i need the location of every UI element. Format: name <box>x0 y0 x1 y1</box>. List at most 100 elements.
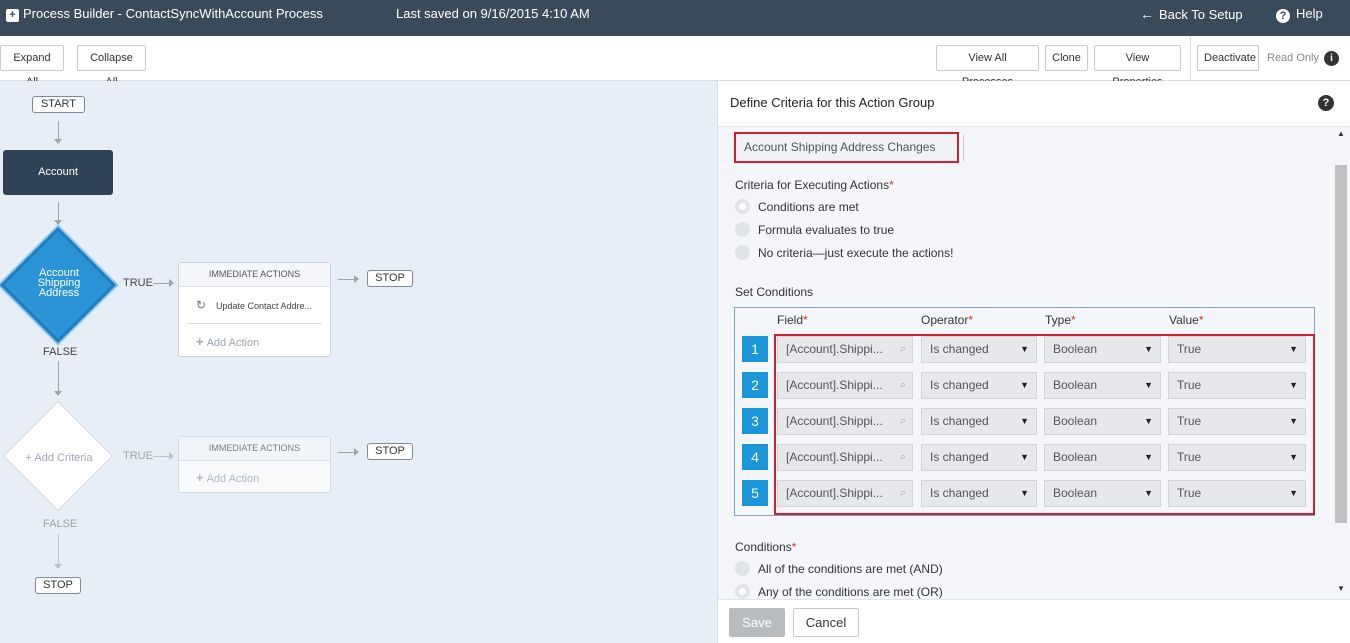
toolbar: Expand All Collapse All View All Process… <box>0 36 1350 88</box>
help-link[interactable]: ? Help <box>1276 6 1323 23</box>
connector <box>58 361 59 391</box>
radio-selected-icon <box>735 584 750 599</box>
stop-node: STOP <box>367 270 413 287</box>
cancel-button[interactable]: Cancel <box>793 608 859 637</box>
row-number: 1 <box>742 336 768 362</box>
expand-all-button[interactable]: Expand All <box>0 45 64 88</box>
set-conditions-label: Set Conditions <box>735 285 814 299</box>
view-all-processes-button[interactable]: View All Processes <box>936 45 1039 88</box>
arrow-right-icon <box>354 275 359 283</box>
radio-label: Formula evaluates to true <box>758 223 895 237</box>
add-action-link[interactable]: + Add Action <box>196 334 259 349</box>
toolbar-divider <box>1190 36 1191 81</box>
arrow-down-icon <box>54 139 62 144</box>
radio-label: Conditions are met <box>758 200 859 214</box>
process-canvas: START Account Account Shipping Address T… <box>0 81 717 643</box>
scroll-up-icon[interactable]: ▲ <box>1337 129 1345 138</box>
clone-button[interactable]: Clone <box>1045 45 1088 71</box>
immediate-actions-header: IMMEDIATE ACTIONS <box>179 263 330 287</box>
operator-column-header: Operator* <box>921 313 973 327</box>
add-action-link[interactable]: + Add Action <box>196 470 259 485</box>
start-node: START <box>32 96 85 113</box>
conditions-label: Conditions* <box>735 540 796 554</box>
action-item[interactable]: Update Contact Addre... <box>216 301 312 311</box>
type-column-header: Type* <box>1045 313 1076 327</box>
immediate-actions-box: IMMEDIATE ACTIONS ↻ Update Contact Addre… <box>178 262 331 357</box>
radio-icon <box>735 245 750 260</box>
conditions-text: Conditions <box>735 540 792 554</box>
type-header-text: Type <box>1045 313 1072 327</box>
value-column-header: Value* <box>1169 313 1203 327</box>
panel-scrollbar[interactable]: ▲ ▼ <box>1333 127 1349 599</box>
false-label: FALSE <box>43 518 78 530</box>
help-icon: ? <box>1276 9 1290 23</box>
info-icon[interactable]: i <box>1324 51 1339 66</box>
criteria-executing-label: Criteria for Executing Actions* <box>735 178 894 192</box>
connector <box>58 121 59 141</box>
required-marker: * <box>968 313 974 327</box>
view-properties-button[interactable]: View Properties <box>1094 45 1181 88</box>
arrow-down-icon <box>54 220 62 225</box>
required-marker: * <box>1198 313 1204 327</box>
arrow-right-icon <box>354 448 359 456</box>
radio-label: All of the conditions are met (AND) <box>758 562 943 576</box>
radio-any-conditions[interactable]: Any of the conditions are met (OR) <box>735 584 943 599</box>
help-icon[interactable]: ? <box>1318 95 1334 111</box>
scroll-down-icon[interactable]: ▼ <box>1337 584 1345 593</box>
value-header-text: Value <box>1169 313 1199 327</box>
plus-icon: + <box>196 470 204 485</box>
true-label: TRUE <box>123 450 153 462</box>
radio-no-criteria[interactable]: No criteria—just execute the actions! <box>735 245 953 260</box>
field-column-header: Field* <box>777 313 808 327</box>
radio-icon <box>735 222 750 237</box>
arrow-left-icon: ← <box>1140 6 1154 22</box>
arrow-right-icon <box>169 279 174 287</box>
add-criteria-link[interactable]: + Add Criteria <box>14 452 104 464</box>
row-number: 5 <box>742 480 768 506</box>
radio-formula[interactable]: Formula evaluates to true <box>735 222 894 237</box>
criteria-panel: Define Criteria for this Action Group ? … <box>717 81 1350 643</box>
back-to-setup-label: Back To Setup <box>1159 7 1243 22</box>
connector <box>153 456 170 457</box>
stop-node: STOP <box>367 443 413 460</box>
add-action-label: Add Action <box>206 473 260 485</box>
plus-box-icon: + <box>6 9 19 22</box>
row-number: 3 <box>742 408 768 434</box>
page-title: Process Builder - ContactSyncWithAccount… <box>23 6 323 21</box>
true-label: TRUE <box>123 277 153 289</box>
arrow-down-icon <box>54 391 62 396</box>
connector <box>58 534 59 564</box>
panel-title: Define Criteria for this Action Group <box>730 95 935 110</box>
field-header-text: Field <box>777 313 804 327</box>
deactivate-button[interactable]: Deactivate <box>1197 45 1259 71</box>
back-to-setup-link[interactable]: ← Back To Setup <box>1140 6 1243 22</box>
required-marker: * <box>791 540 797 554</box>
false-label: FALSE <box>43 346 78 358</box>
add-action-label: Add Action <box>206 337 260 349</box>
divider <box>963 135 964 161</box>
required-marker: * <box>1071 313 1076 327</box>
radio-icon <box>735 561 750 576</box>
account-object-node[interactable]: Account <box>3 150 113 195</box>
connector <box>338 279 355 280</box>
row-number: 2 <box>742 372 768 398</box>
required-marker: * <box>803 313 808 327</box>
panel-footer: Save Cancel <box>718 599 1350 643</box>
save-button[interactable]: Save <box>729 608 785 637</box>
criteria-name-input[interactable]: Account Shipping Address Changes <box>734 132 959 163</box>
scroll-thumb[interactable] <box>1335 165 1347 523</box>
row-number: 4 <box>742 444 768 470</box>
app-header: + Process Builder - ContactSyncWithAccou… <box>0 0 1350 36</box>
criteria-executing-text: Criteria for Executing Actions <box>735 178 890 192</box>
refresh-icon: ↻ <box>196 298 207 312</box>
plus-icon: + <box>196 334 204 349</box>
radio-all-conditions[interactable]: All of the conditions are met (AND) <box>735 561 943 576</box>
help-label: Help <box>1296 6 1323 21</box>
radio-conditions-met[interactable]: Conditions are met <box>735 199 859 214</box>
arrow-right-icon <box>169 452 174 460</box>
collapse-all-button[interactable]: Collapse All <box>77 45 146 88</box>
add-criteria-label: Add Criteria <box>34 452 93 464</box>
radio-label: Any of the conditions are met (OR) <box>758 585 943 599</box>
connector <box>153 283 170 284</box>
divider <box>187 323 322 324</box>
